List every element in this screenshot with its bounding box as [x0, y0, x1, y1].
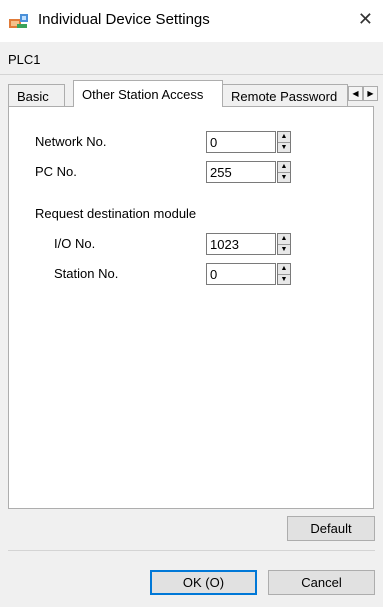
tab-other-station-access[interactable]: Other Station Access: [73, 80, 223, 107]
pc-no-input[interactable]: 255: [206, 161, 276, 183]
request-destination-group-label: Request destination module: [35, 206, 197, 221]
station-no-label: Station No.: [54, 266, 119, 281]
station-no-spinner[interactable]: ▲ ▼: [277, 263, 291, 285]
divider: [0, 74, 383, 75]
close-icon[interactable]: ✕: [358, 9, 373, 30]
pc-no-spinner[interactable]: ▲ ▼: [277, 161, 291, 183]
tab-remote-password[interactable]: Remote Password: [222, 84, 348, 106]
tab-bar: Basic Other Station Access Remote Passwo…: [8, 80, 378, 108]
device-settings-icon: [9, 14, 28, 28]
cancel-button[interactable]: Cancel: [268, 570, 375, 595]
window-title: Individual Device Settings: [38, 11, 210, 28]
ok-button[interactable]: OK (O): [150, 570, 257, 595]
default-button[interactable]: Default: [287, 516, 375, 541]
spin-down-icon[interactable]: ▼: [278, 173, 290, 183]
title-bar: Individual Device Settings ✕: [0, 0, 383, 42]
network-no-label: Network No.: [35, 134, 107, 149]
tab-scroll-left-icon[interactable]: ◀: [348, 86, 363, 101]
spin-up-icon[interactable]: ▲: [278, 132, 290, 143]
pc-no-label: PC No.: [35, 164, 77, 179]
spin-up-icon[interactable]: ▲: [278, 264, 290, 275]
spin-down-icon[interactable]: ▼: [278, 245, 290, 255]
spin-down-icon[interactable]: ▼: [278, 143, 290, 153]
tab-panel: Network No. 0 ▲ ▼ PC No. 255 ▲ ▼ Request…: [8, 106, 374, 509]
network-no-input[interactable]: 0: [206, 131, 276, 153]
io-no-spinner[interactable]: ▲ ▼: [277, 233, 291, 255]
spin-down-icon[interactable]: ▼: [278, 275, 290, 285]
tab-scroll-right-icon[interactable]: ▶: [363, 86, 378, 101]
io-no-input[interactable]: 1023: [206, 233, 276, 255]
divider: [8, 550, 375, 551]
io-no-label: I/O No.: [54, 236, 96, 251]
spin-up-icon[interactable]: ▲: [278, 234, 290, 245]
tab-basic[interactable]: Basic: [8, 84, 65, 106]
station-no-input[interactable]: 0: [206, 263, 276, 285]
device-name: PLC1: [8, 52, 41, 67]
spin-up-icon[interactable]: ▲: [278, 162, 290, 173]
network-no-spinner[interactable]: ▲ ▼: [277, 131, 291, 153]
